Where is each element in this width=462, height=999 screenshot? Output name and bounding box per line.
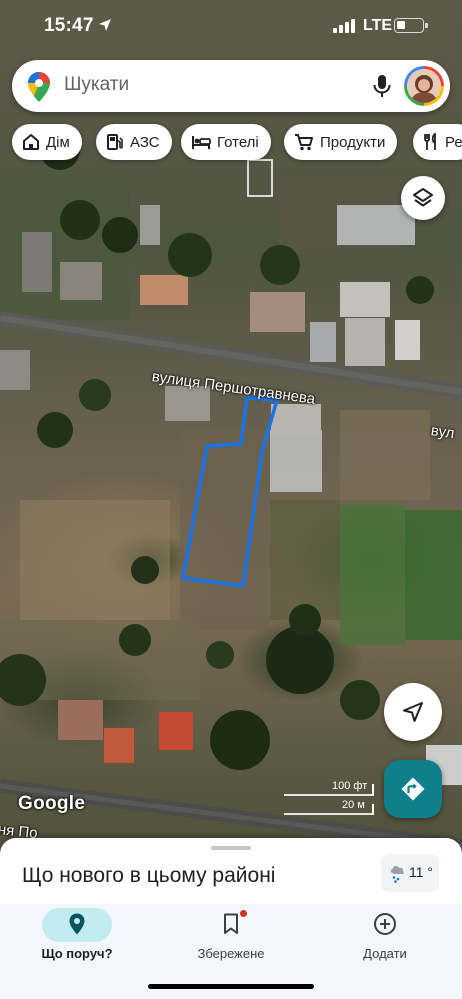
nav-explore[interactable]: Що поруч? (0, 904, 154, 974)
sheet-title: Що нового в цьому районі (22, 864, 276, 887)
chip-label: АЗС (130, 133, 160, 151)
sheet-drag-handle[interactable] (211, 846, 251, 850)
search-input[interactable]: Шукати (64, 74, 129, 96)
chip-gas[interactable]: АЗС (96, 124, 172, 160)
microphone-icon[interactable] (372, 74, 392, 103)
avatar-photo-icon (407, 69, 441, 103)
account-avatar[interactable] (404, 66, 444, 106)
chip-label: Продукти (320, 133, 386, 151)
status-time: 15:47 (44, 15, 94, 36)
chip-home[interactable]: Дім (12, 124, 82, 160)
chip-groceries[interactable]: Продукти (284, 124, 398, 160)
nav-saved[interactable]: Збережене (154, 904, 308, 974)
chip-label: Ре (445, 133, 462, 151)
layers-icon (413, 188, 433, 207)
bookmark-icon (224, 913, 238, 934)
navigation-arrow-icon (403, 702, 423, 722)
location-arrow-icon (98, 18, 112, 37)
scale-meters: 20 м (342, 799, 365, 811)
directions-button[interactable] (384, 760, 442, 818)
nav-label: Що поруч? (41, 946, 113, 961)
nav-label: Додати (363, 946, 407, 961)
notification-dot (240, 910, 247, 917)
map-scale: 100 фт 20 м (284, 779, 376, 819)
hotel-bed-icon (191, 134, 211, 150)
gas-station-icon (106, 133, 124, 151)
nav-contribute[interactable]: Додати (308, 904, 462, 974)
add-circle-icon (374, 913, 396, 935)
status-bar: 15:47 LTE (0, 0, 462, 56)
battery-icon (394, 18, 428, 33)
google-logo: Google (18, 793, 86, 814)
search-bar[interactable]: Шукати (12, 60, 450, 112)
weather-chip[interactable]: 11 ° (381, 854, 439, 892)
restaurant-icon (423, 133, 439, 151)
chip-hotels[interactable]: Готелі (181, 124, 271, 160)
scale-feet: 100 фт (332, 780, 368, 792)
bottom-sheet[interactable]: Що нового в цьому районі 11 ° (0, 838, 462, 904)
shopping-cart-icon (294, 133, 314, 151)
street-label-partial: вул (429, 422, 456, 443)
google-maps-pin-icon (28, 72, 50, 107)
category-chips: Дім АЗС Готелі Продукти Ре (12, 124, 462, 160)
chip-label: Готелі (217, 133, 259, 151)
map-layers-button[interactable] (401, 176, 445, 220)
explore-pin-icon (69, 913, 85, 935)
chip-label: Дім (46, 133, 70, 151)
home-indicator[interactable] (148, 984, 314, 989)
rain-cloud-icon (389, 863, 407, 888)
nav-label: Збережене (197, 946, 265, 961)
weather-temperature: 11 ° (409, 864, 434, 880)
home-icon (22, 133, 40, 151)
bottom-navigation: Що поруч? Збережене Додати (0, 904, 462, 999)
directions-icon (401, 777, 425, 801)
signal-bars-icon (333, 19, 355, 38)
network-type: LTE (363, 17, 393, 34)
chip-restaurants[interactable]: Ре (413, 124, 462, 160)
my-location-button[interactable] (384, 683, 442, 741)
